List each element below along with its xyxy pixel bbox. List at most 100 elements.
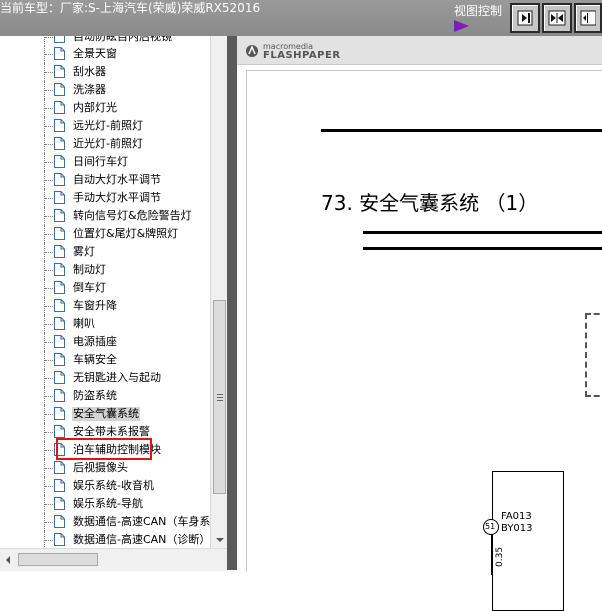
tree-horizontal-scrollbar[interactable] [0, 548, 227, 571]
tree-item-label: 娱乐系统-收音机 [73, 479, 154, 492]
tree-item-label: 手动大灯水平调节 [73, 191, 161, 204]
tree-item[interactable]: 刮水器 [0, 63, 210, 81]
tree-item-label: 喇叭 [73, 317, 95, 330]
tree-item-label: 制动灯 [73, 263, 106, 276]
document-icon [54, 36, 65, 43]
tree-item[interactable]: 自动大灯水平调节 [0, 171, 210, 189]
tree-item[interactable]: 洗涤器 [0, 81, 210, 99]
tree-item[interactable]: 位置灯&尾灯&牌照灯 [0, 225, 210, 243]
scroll-down-icon[interactable] [216, 538, 224, 542]
tree-item-label: 车辆安全 [73, 353, 117, 366]
tree-item-label: 位置灯&尾灯&牌照灯 [73, 227, 179, 240]
tree-item[interactable]: 倒车灯 [0, 279, 210, 297]
document-icon [54, 461, 65, 474]
tree-item[interactable]: 数据通信-高速CAN（车身系 [0, 513, 210, 531]
tree-item-label: 电源插座 [73, 335, 117, 348]
document-icon [54, 371, 65, 384]
tree-item-label: 安全气囊系统 [72, 407, 140, 421]
tree-item[interactable]: 无钥匙进入与起动 [0, 369, 210, 387]
scroll-thumb-horizontal[interactable] [18, 553, 98, 566]
document-icon [54, 497, 65, 510]
tree-item-label: 车窗升降 [73, 299, 117, 312]
arrow-right-bar-icon [517, 10, 533, 26]
connector-box [492, 471, 564, 611]
rule-2 [363, 231, 602, 234]
tree-item[interactable]: 雾灯 [0, 243, 210, 261]
tree-item-label: 近光灯-前照灯 [73, 137, 143, 150]
document-icon [54, 425, 65, 438]
tree-vertical-scrollbar[interactable] [210, 36, 228, 548]
top-bar: 当前车型：厂家:S-上海汽车(荣威)荣威RX52016 视图控制 [0, 0, 602, 36]
tree-item[interactable]: 手动大灯水平调节 [0, 189, 210, 207]
tree-item-label: 安全带未系报警 [73, 425, 150, 438]
document-icon [54, 389, 65, 402]
tree-item-label: 数据通信-高速CAN（车身系 [73, 515, 210, 528]
dashed-component-box [585, 313, 602, 397]
tree-item[interactable]: 内部灯光 [0, 99, 210, 117]
tree-item-label: 内部灯光 [73, 101, 117, 114]
tree-item-label: 全景天窗 [73, 47, 117, 60]
document-icon [54, 317, 65, 330]
selection-highlight [56, 438, 152, 460]
document-icon [54, 335, 65, 348]
document-icon [54, 191, 65, 204]
fit-width-button[interactable] [542, 3, 572, 33]
tree-item-label: 防盗系统 [73, 389, 117, 402]
tree-item-label: 娱乐系统-导航 [73, 497, 143, 510]
document-icon [54, 119, 65, 132]
view-control-label: 视图控制 [454, 4, 503, 18]
tree-item-label: 刮水器 [73, 65, 106, 78]
tree-item[interactable]: 娱乐系统-导航 [0, 495, 210, 513]
tree-item[interactable]: 防盗系统 [0, 387, 210, 405]
scroll-left-icon[interactable] [6, 556, 10, 564]
document-viewer: macromedia FLASHPAPER 73. 安全气囊系统 （1） FA0… [237, 36, 602, 611]
chapter-tree: 自动防眩目内后视镜 全景天窗 刮水器 洗涤器 内部灯光 远光灯-前照灯 近光灯-前照灯 日间… [0, 36, 210, 548]
tree-item[interactable]: 安全气囊系统 [0, 405, 210, 423]
tree-item-label: 数据通信-高速CAN（诊断） [73, 533, 210, 546]
document-icon [54, 245, 65, 258]
tree-item-label: 后视摄像头 [73, 461, 128, 474]
document-title: 73. 安全气囊系统 （1） [321, 191, 539, 215]
tree-item-label: 日间行车灯 [73, 155, 128, 168]
panel-splitter[interactable]: ☜ [227, 36, 247, 570]
tree-item[interactable]: 娱乐系统-收音机 [0, 477, 210, 495]
title-rule-top [321, 129, 602, 132]
document-icon [54, 173, 65, 186]
document-icon [54, 353, 65, 366]
tree-item[interactable]: 喇叭 [0, 315, 210, 333]
tree-item[interactable]: 远光灯-前照灯 [0, 117, 210, 135]
document-icon [54, 83, 65, 96]
tree-item[interactable]: 车辆安全 [0, 351, 210, 369]
tree-item[interactable]: 日间行车灯 [0, 153, 210, 171]
document-icon [54, 299, 65, 312]
pin-number: 51 [485, 522, 496, 531]
rule-3 [363, 247, 602, 250]
play-arrow-icon[interactable] [454, 20, 469, 32]
tree-item[interactable]: 制动灯 [0, 261, 210, 279]
document-icon [54, 47, 65, 60]
document-icon [54, 101, 65, 114]
logo-big-text: FLASHPAPER [263, 50, 341, 61]
tree-item[interactable]: 近光灯-前照灯 [0, 135, 210, 153]
next-page-button[interactable] [510, 3, 540, 33]
tree-item[interactable]: 电源插座 [0, 333, 210, 351]
document-icon [54, 533, 65, 546]
tree-item-label: 洗涤器 [73, 83, 106, 96]
connector-code: FA013 [501, 511, 532, 522]
document-icon [54, 65, 65, 78]
document-icon [54, 209, 65, 222]
tree-item[interactable]: 数据通信-高速CAN（诊断） [0, 531, 210, 548]
tree-item[interactable]: 全景天窗 [0, 45, 210, 63]
split-view-button[interactable] [574, 3, 602, 33]
tree-item[interactable]: 转向信号灯&危险警告灯 [0, 207, 210, 225]
tree-item[interactable]: 车窗升降 [0, 297, 210, 315]
arrows-inward-icon [548, 10, 566, 26]
tree-item-label: 自动大灯水平调节 [73, 173, 161, 186]
flashpaper-logo-icon [246, 45, 258, 57]
wire-line [491, 535, 492, 575]
tree-item[interactable]: 后视摄像头 [0, 459, 210, 477]
document-icon [54, 137, 65, 150]
tree-item-label: 倒车灯 [73, 281, 106, 294]
document-icon [54, 479, 65, 492]
scroll-thumb[interactable] [213, 300, 226, 494]
